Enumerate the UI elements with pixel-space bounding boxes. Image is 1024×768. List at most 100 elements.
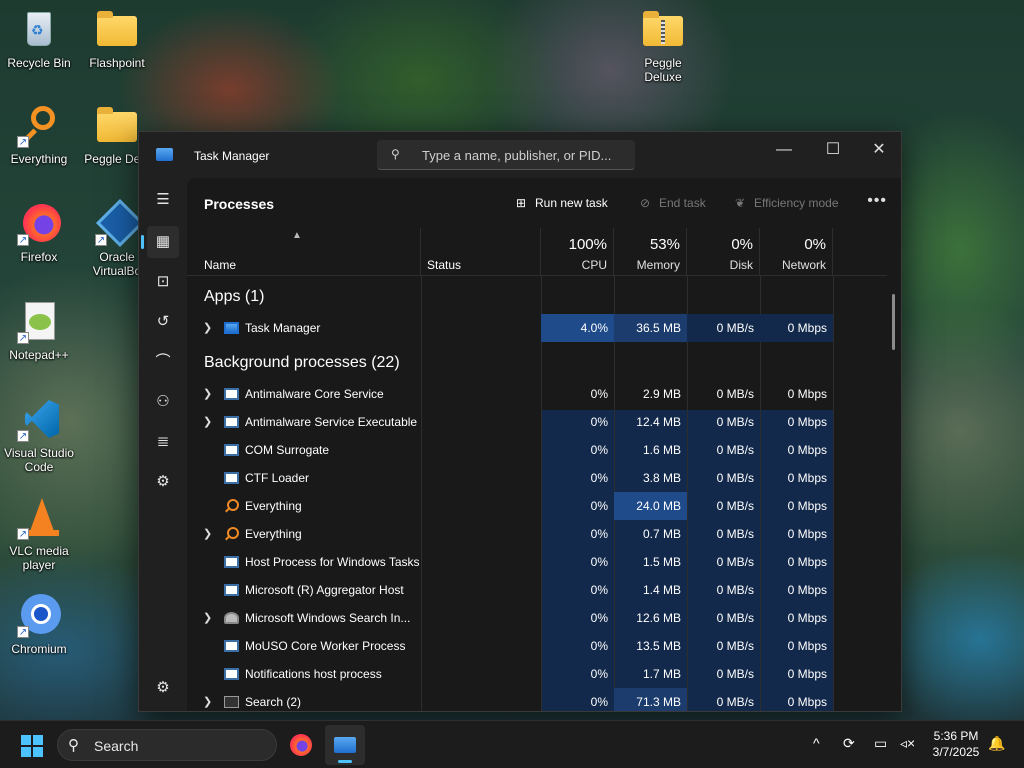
command-bar: Processes ⊞ Run new task ⊘ End task ❦ Effic… [187, 178, 901, 228]
scrollbar-thumb[interactable] [892, 294, 895, 350]
clock[interactable]: 5:36 PM 3/7/2025 [928, 728, 984, 760]
network-value: 0 Mbps [787, 639, 827, 653]
memory-value: 36.5 MB [614, 314, 687, 342]
nav-users-icon[interactable]: ⚇ [147, 386, 179, 418]
desktop-icon-recycle-bin[interactable]: ♻ Recycle Bin [1, 8, 77, 70]
table-row[interactable]: CTF Loader 0% 3.8 MB 0 MB/s 0 Mbps [187, 464, 887, 492]
window-title: Task Manager [194, 149, 270, 163]
process-name: Antimalware Core Service [245, 387, 384, 401]
desktop-icon-vlc[interactable]: ↗ VLC media player [1, 496, 77, 572]
memory-total: 53% [649, 236, 680, 253]
nav-services-icon[interactable]: ⚙ [147, 466, 179, 498]
notepadpp-icon: ↗ [17, 300, 61, 344]
network-value: 0 Mbps [787, 583, 827, 597]
column-header-network[interactable]: 0% Network [760, 228, 833, 276]
memory-value: 0.7 MB [642, 527, 681, 541]
nav-processes-icon[interactable]: ▦ [141, 226, 179, 258]
nav-startup-apps-icon[interactable]: ⌒ [147, 346, 179, 378]
hamburger-menu-icon[interactable]: ☰ [147, 184, 179, 216]
desktop-icon-firefox[interactable]: ↗ Firefox [1, 202, 77, 264]
network-label: Network [781, 258, 826, 272]
process-name: MoUSO Core Worker Process [245, 639, 406, 653]
group-header-apps: Apps (1) [204, 288, 265, 305]
desktop-icon-flashpoint[interactable]: Flashpoint [79, 8, 155, 70]
window-icon [224, 668, 239, 680]
desktop-icon-label: Recycle Bin [7, 56, 71, 70]
process-list: Apps (1) ❯ Task Manager 4.0% 36.5 MB 0 MB/s 0… [187, 276, 887, 711]
desktop-icon-label: Everything [10, 152, 68, 166]
column-header-status[interactable]: Status [421, 228, 541, 276]
nav-details-icon[interactable]: ≣ [147, 426, 179, 458]
search-input[interactable]: ⚲ Type a name, publisher, or PID... [377, 140, 635, 170]
efficiency-mode-button[interactable]: ❦ Efficiency mode [732, 196, 839, 210]
everything-icon [224, 527, 239, 540]
desktop-icon-vscode[interactable]: ↗ Visual Studio Code [1, 398, 77, 474]
nav-performance-icon[interactable]: ⊡ [147, 266, 179, 298]
task-manager-icon [224, 322, 239, 334]
tray-overflow-chevron-icon[interactable]: ^ [813, 735, 820, 751]
search-icon: ⚲ [68, 737, 79, 754]
desktop-icon-peggle-deluxe[interactable]: Peggle Deluxe [625, 8, 701, 84]
expand-chevron-icon[interactable]: ❯ [203, 611, 212, 624]
table-row[interactable]: MoUSO Core Worker Process 0% 13.5 MB 0 MB/s… [187, 632, 887, 660]
column-header-cpu[interactable]: 100% CPU [541, 228, 614, 276]
firefox-icon [290, 734, 312, 756]
disk-value: 0 MB/s [716, 611, 754, 625]
table-row[interactable]: Everything 0% 24.0 MB 0 MB/s 0 Mbps [187, 492, 887, 520]
page-title: Processes [204, 196, 275, 212]
desktop-icon-chromium[interactable]: ↗ Chromium [1, 594, 77, 656]
maximize-button[interactable]: ☐ [810, 136, 856, 164]
more-options-button[interactable]: ••• [867, 192, 887, 210]
sync-icon[interactable]: ⟳ [843, 735, 855, 752]
expand-chevron-icon[interactable]: ❯ [203, 415, 212, 428]
run-new-task-label: Run new task [535, 196, 608, 210]
column-header-disk[interactable]: 0% Disk [687, 228, 760, 276]
table-row[interactable]: ❯ Antimalware Service Executable 0% 12.4 MB… [187, 408, 887, 436]
table-row[interactable]: ❯ Task Manager 4.0% 36.5 MB 0 MB/s 0 Mbps [187, 314, 887, 342]
table-row[interactable]: ❯ Search (2) 0% 71.3 MB 0 MB/s 0 Mbps [187, 688, 887, 711]
expand-chevron-icon[interactable]: ❯ [203, 695, 212, 708]
volume-muted-icon[interactable]: ◃× [900, 735, 915, 752]
expand-chevron-icon[interactable]: ❯ [203, 387, 212, 400]
expand-chevron-icon[interactable]: ❯ [203, 321, 212, 334]
table-row[interactable]: Microsoft (R) Aggregator Host 0% 1.4 MB 0 M… [187, 576, 887, 604]
table-row[interactable]: COM Surrogate 0% 1.6 MB 0 MB/s 0 Mbps [187, 436, 887, 464]
sidebar: ☰ ▦ ⊡ ↺ ⌒ ⚇ ≣ ⚙ ⚙ [139, 178, 187, 711]
table-row[interactable]: Notifications host process 0% 1.7 MB 0 MB/s… [187, 660, 887, 688]
table-row[interactable]: ❯ Microsoft Windows Search In... 0% 12.6 MB… [187, 604, 887, 632]
sort-arrow-icon: ▲ [292, 230, 302, 241]
end-task-button[interactable]: ⊘ End task [637, 196, 706, 210]
start-button[interactable] [21, 735, 43, 757]
taskbar: ⚲ Search ^ ⟳ ▭ ◃× 5:36 PM 3/7/2025 🔔 [0, 720, 1024, 768]
title-bar[interactable]: Task Manager ⚲ Type a name, publisher, o… [139, 132, 901, 178]
minimize-button[interactable]: — [761, 136, 807, 164]
group-header-background: Background processes (22) [204, 354, 400, 371]
expand-chevron-icon[interactable]: ❯ [203, 527, 212, 540]
disk-label: Disk [729, 258, 753, 272]
taskbar-firefox[interactable] [281, 725, 321, 765]
table-row[interactable]: ❯ Antimalware Core Service 0% 2.9 MB 0 MB/s 0… [187, 380, 887, 408]
nav-app-history-icon[interactable]: ↺ [147, 306, 179, 338]
network-value: 0 Mbps [760, 314, 833, 342]
desktop-icon-everything[interactable]: ↗ Everything [1, 104, 77, 166]
column-header-name[interactable]: ▲ Name [187, 228, 421, 276]
task-manager-icon [334, 737, 356, 753]
table-row[interactable]: ❯ Everything 0% 0.7 MB 0 MB/s 0 Mbps [187, 520, 887, 548]
close-button[interactable]: ✕ [856, 136, 901, 164]
network-icon[interactable]: ▭ [874, 735, 887, 752]
column-header-memory[interactable]: 53% Memory [614, 228, 687, 276]
desktop-icon-notepadpp[interactable]: ↗ Notepad++ [1, 300, 77, 362]
table-row[interactable]: Host Process for Windows Tasks 0% 1.5 MB 0 … [187, 548, 887, 576]
run-new-task-button[interactable]: ⊞ Run new task [513, 196, 608, 210]
taskbar-search-label: Search [94, 738, 139, 754]
notification-bell-icon[interactable]: 🔔 [988, 735, 1005, 752]
network-value: 0 Mbps [787, 443, 827, 457]
disk-value: 0 MB/s [716, 695, 754, 709]
task-manager-window: Task Manager ⚲ Type a name, publisher, o… [138, 131, 902, 712]
cpu-value: 0% [590, 527, 608, 541]
disk-value: 0 MB/s [716, 387, 754, 401]
taskbar-search[interactable]: ⚲ Search [57, 729, 277, 761]
taskbar-task-manager[interactable] [325, 725, 365, 765]
cpu-value: 0% [590, 611, 608, 625]
settings-icon[interactable]: ⚙ [147, 672, 179, 704]
